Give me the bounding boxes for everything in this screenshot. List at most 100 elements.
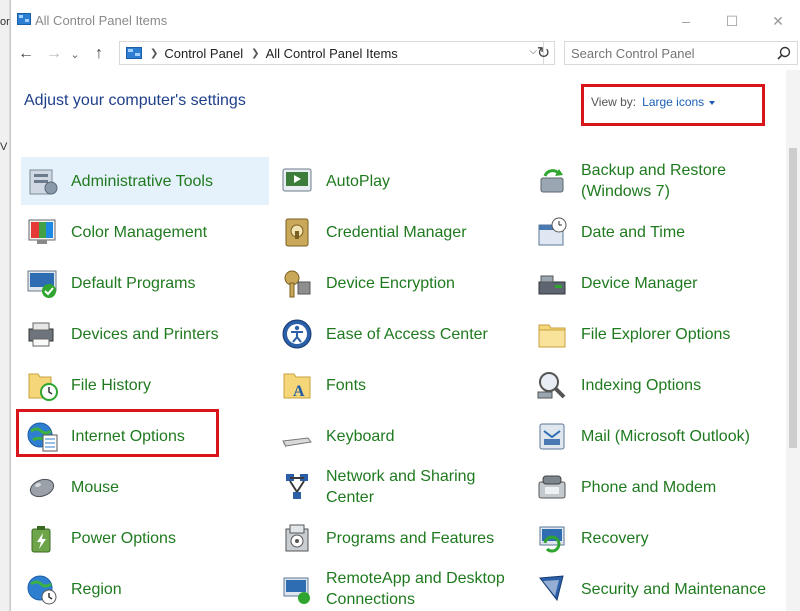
indexing-options-icon <box>537 372 566 399</box>
control-panel-item-file-history[interactable]: File History <box>21 361 269 409</box>
item-label: Devices and Printers <box>71 325 219 343</box>
svg-text:A: A <box>293 383 305 400</box>
control-panel-item-device-manager[interactable]: Device Manager <box>531 259 781 307</box>
devices-printers-icon <box>28 322 54 347</box>
item-label: Mouse <box>71 478 120 496</box>
default-programs-icon <box>27 270 57 298</box>
control-panel-icon <box>17 13 31 25</box>
control-panel-item-phone-modem[interactable]: Phone and Modem <box>531 463 781 511</box>
control-panel-item-ease-of-access[interactable]: Ease of Access Center <box>276 310 521 358</box>
background-text-fragment: V <box>0 141 8 153</box>
device-manager-icon <box>538 275 566 295</box>
control-panel-item-devices-printers[interactable]: Devices and Printers <box>21 310 269 358</box>
back-button[interactable]: ← <box>13 43 39 65</box>
chevron-right-icon[interactable]: ❯ <box>251 48 259 59</box>
control-panel-item-fonts[interactable]: A Fonts <box>276 361 521 409</box>
item-label: Backup and Restore (Windows 7) <box>581 162 726 200</box>
control-panel-item-administrative-tools[interactable]: Administrative Tools <box>21 157 269 205</box>
mail-icon <box>539 423 565 450</box>
item-label: Device Manager <box>581 274 698 292</box>
item-label: Ease of Access Center <box>326 325 488 343</box>
control-panel-item-keyboard[interactable]: Keyboard <box>276 412 521 460</box>
control-panel-item-recovery[interactable]: Recovery <box>531 514 781 562</box>
item-label: File History <box>71 376 152 394</box>
recent-locations-button[interactable]: ⌄ <box>67 43 83 65</box>
keyboard-icon <box>282 437 312 448</box>
recovery-icon <box>539 526 565 553</box>
internet-options-highlight-box <box>16 409 219 457</box>
item-label: Indexing Options <box>581 376 702 394</box>
control-panel-item-color-management[interactable]: Color Management <box>21 208 269 256</box>
remoteapp-icon <box>283 577 310 604</box>
search-input[interactable] <box>565 42 765 64</box>
up-button[interactable]: ↑ <box>87 43 111 65</box>
control-panel-window: All Control Panel Items – ☐ ✕ ← → ⌄ ↑ ❯ … <box>10 0 800 611</box>
control-panel-icon <box>126 47 142 59</box>
item-label: Device Encryption <box>326 274 455 292</box>
control-panel-item-device-encryption[interactable]: Device Encryption <box>276 259 521 307</box>
administrative-tools-icon <box>29 169 58 195</box>
file-explorer-options-icon <box>538 324 566 348</box>
item-label: Programs and Features <box>326 529 495 547</box>
power-options-icon <box>31 526 51 553</box>
address-bar[interactable]: ❯ Control Panel ❯ All Control Panel Item… <box>119 41 544 65</box>
breadcrumb-all-items[interactable]: All Control Panel Items <box>266 46 398 61</box>
item-label: Power Options <box>71 529 176 547</box>
close-button[interactable]: ✕ <box>755 10 800 32</box>
breadcrumb-control-panel[interactable]: Control Panel <box>164 46 243 61</box>
vertical-scrollbar[interactable] <box>786 70 800 611</box>
control-panel-item-file-explorer-options[interactable]: File Explorer Options <box>531 310 781 358</box>
item-label: AutoPlay <box>326 172 391 190</box>
control-panel-item-mail[interactable]: Mail (Microsoft Outlook) <box>531 412 781 460</box>
item-label: Region <box>71 580 122 598</box>
file-history-icon <box>28 373 58 401</box>
phone-modem-icon <box>538 475 566 499</box>
item-label: Phone and Modem <box>581 478 717 496</box>
control-panel-item-credential-manager[interactable]: Credential Manager <box>276 208 521 256</box>
item-label: Default Programs <box>71 274 196 292</box>
item-label: Security and Maintenance <box>581 580 766 598</box>
date-time-icon <box>538 217 567 246</box>
color-management-icon <box>28 219 56 244</box>
item-label: Date and Time <box>581 223 686 241</box>
control-panel-item-region[interactable]: Region <box>21 565 269 611</box>
control-panel-item-date-time[interactable]: Date and Time <box>531 208 781 256</box>
minimize-button[interactable]: – <box>663 10 709 32</box>
programs-features-icon <box>285 524 309 552</box>
search-box[interactable] <box>564 41 798 65</box>
backup-restore-icon <box>540 169 564 193</box>
page-title: Adjust your computer's settings <box>24 92 246 109</box>
region-icon <box>27 575 57 605</box>
network-sharing-icon <box>286 474 308 499</box>
item-label: Administrative Tools <box>71 172 213 190</box>
control-panel-item-network-sharing[interactable]: Network and Sharing Center <box>276 463 521 511</box>
credential-manager-icon <box>285 218 309 247</box>
window-title: All Control Panel Items <box>35 13 168 28</box>
control-panel-item-security-maintenance[interactable]: Security and Maintenance <box>531 565 781 611</box>
autoplay-icon <box>282 168 312 192</box>
item-label: Color Management <box>71 223 208 241</box>
maximize-button[interactable]: ☐ <box>709 10 755 32</box>
scrollbar-thumb[interactable] <box>789 148 797 448</box>
forward-button[interactable]: → <box>41 43 67 65</box>
control-panel-item-remoteapp[interactable]: RemoteApp and Desktop Connections <box>276 565 521 611</box>
item-label: Network and Sharing Center <box>326 468 476 506</box>
refresh-button[interactable]: ↻ <box>533 41 555 65</box>
item-label: Mail (Microsoft Outlook) <box>581 427 750 445</box>
control-panel-item-default-programs[interactable]: Default Programs <box>21 259 269 307</box>
control-panel-item-programs-features[interactable]: Programs and Features <box>276 514 521 562</box>
control-panel-item-backup-restore[interactable]: Backup and Restore (Windows 7) <box>531 157 781 205</box>
search-icon[interactable] <box>777 46 791 60</box>
content-area: Adjust your computer's settings View by:… <box>11 70 800 611</box>
control-panel-item-autoplay[interactable]: AutoPlay <box>276 157 521 205</box>
control-panel-item-power-options[interactable]: Power Options <box>21 514 269 562</box>
mouse-icon <box>29 478 55 498</box>
background-window-edge: or V <box>0 0 10 611</box>
device-encryption-icon <box>284 270 311 298</box>
item-label: RemoteApp and Desktop Connections <box>326 570 505 608</box>
security-maintenance-icon <box>539 575 564 602</box>
chevron-right-icon: ❯ <box>150 47 159 59</box>
control-panel-item-indexing-options[interactable]: Indexing Options <box>531 361 781 409</box>
control-panel-item-mouse[interactable]: Mouse <box>21 463 269 511</box>
item-label: Recovery <box>581 529 649 547</box>
